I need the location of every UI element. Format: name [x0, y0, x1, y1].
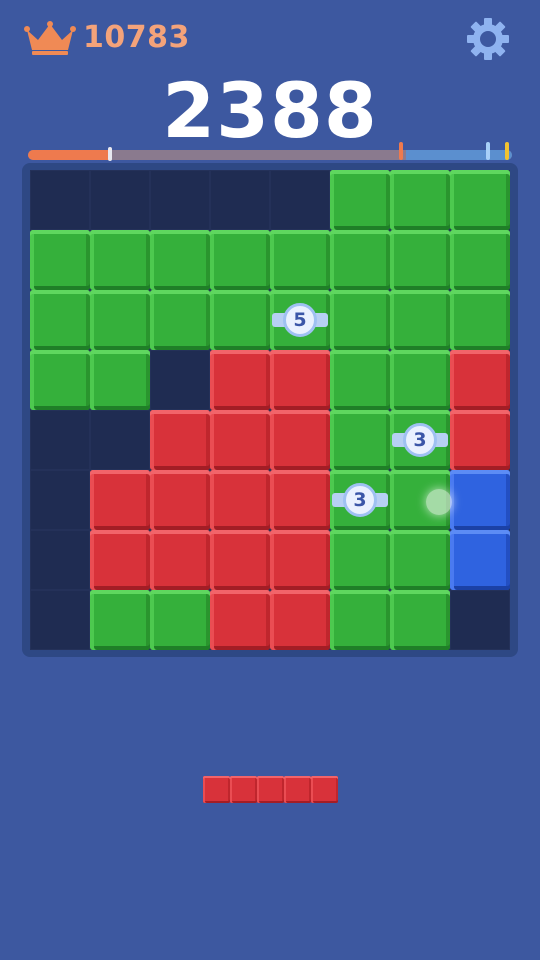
green-block [90, 290, 150, 350]
gear-icon[interactable] [466, 17, 510, 61]
green-block [390, 170, 450, 230]
green-block [210, 230, 270, 290]
red-block [90, 470, 150, 530]
green-block [450, 290, 510, 350]
current-score: 2388 [162, 66, 378, 155]
board-cell[interactable] [30, 170, 90, 230]
blue-block [450, 530, 510, 590]
red-block [210, 530, 270, 590]
red-block [210, 470, 270, 530]
green-block [390, 590, 450, 650]
board-cell[interactable] [150, 350, 210, 410]
board-cell[interactable] [150, 170, 210, 230]
red-block [210, 410, 270, 470]
green-block [390, 230, 450, 290]
tray-piece-block [229, 776, 257, 803]
sparkle-effect [426, 489, 452, 515]
board-cell[interactable] [210, 170, 270, 230]
progress-goal-segment [405, 150, 512, 160]
red-block [270, 410, 330, 470]
board-cell[interactable] [90, 170, 150, 230]
red-block [270, 530, 330, 590]
red-block [450, 350, 510, 410]
board-cell[interactable] [30, 410, 90, 470]
red-block [210, 590, 270, 650]
green-block [30, 290, 90, 350]
best-score: 10783 [83, 20, 190, 55]
green-block [330, 230, 390, 290]
board-cell[interactable] [30, 590, 90, 650]
green-block [150, 590, 210, 650]
green-block [150, 230, 210, 290]
countdown-badge: 5 [283, 303, 317, 337]
green-block [30, 350, 90, 410]
tray-piece-block [256, 776, 284, 803]
tray-piece-block [202, 776, 230, 803]
green-block [330, 290, 390, 350]
green-block [330, 410, 390, 470]
progress-marker [485, 142, 490, 160]
red-block [150, 470, 210, 530]
red-block [150, 530, 210, 590]
progress-fill [28, 150, 111, 160]
green-block [390, 530, 450, 590]
green-block [330, 590, 390, 650]
board-cell[interactable] [450, 590, 510, 650]
red-block [150, 410, 210, 470]
board-cell[interactable] [270, 170, 330, 230]
red-block [450, 410, 510, 470]
crown-icon [24, 21, 76, 55]
board-cell[interactable] [30, 470, 90, 530]
green-block [450, 170, 510, 230]
red-block [210, 350, 270, 410]
tray-piece-block [283, 776, 311, 803]
countdown-badge: 3 [343, 483, 377, 517]
green-block [90, 230, 150, 290]
green-block [390, 290, 450, 350]
tray-piece-block [310, 776, 338, 803]
green-block [330, 170, 390, 230]
progress-marker [398, 142, 403, 160]
countdown-badge: 3 [403, 423, 437, 457]
green-block [210, 290, 270, 350]
green-block [330, 350, 390, 410]
green-block [90, 350, 150, 410]
piece-tray [0, 700, 540, 920]
red-block [270, 590, 330, 650]
board-cell[interactable] [90, 410, 150, 470]
green-block [90, 590, 150, 650]
blue-block [450, 470, 510, 530]
board-cell[interactable] [30, 530, 90, 590]
green-block [330, 530, 390, 590]
red-block [270, 470, 330, 530]
green-block [450, 230, 510, 290]
green-block [150, 290, 210, 350]
green-block [30, 230, 90, 290]
green-block [390, 350, 450, 410]
tray-piece[interactable] [202, 776, 338, 803]
game-board[interactable]: 5 33 [30, 170, 510, 650]
progress-marker [108, 147, 113, 161]
green-block [270, 230, 330, 290]
red-block [270, 350, 330, 410]
level-progress-bar [28, 142, 512, 161]
progress-marker [505, 142, 510, 160]
red-block [90, 530, 150, 590]
